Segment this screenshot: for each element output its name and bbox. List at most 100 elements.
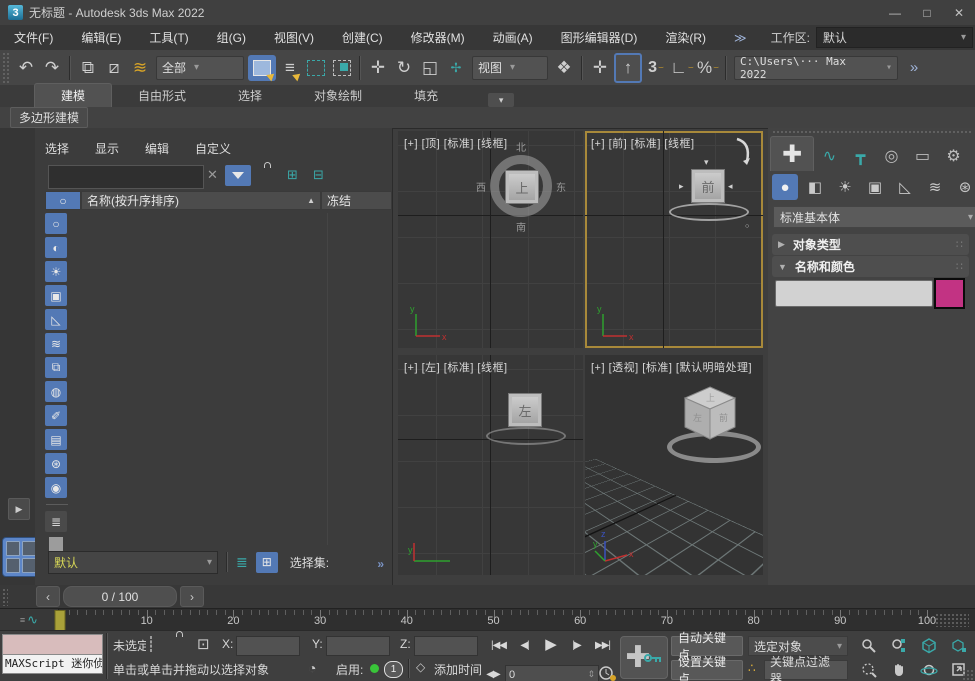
unlink-selection-icon[interactable]: ⧄: [102, 55, 126, 81]
ribbon-minimize-button[interactable]: ▾: [488, 93, 514, 107]
explorer-menu-display[interactable]: 显示: [95, 140, 119, 157]
filter-shapes-icon[interactable]: ◐: [45, 237, 67, 258]
explorer-menu-customize[interactable]: 自定义: [195, 140, 231, 157]
viewcube-3d[interactable]: 左 前 上: [679, 383, 741, 445]
select-and-link-icon[interactable]: ⧉: [76, 55, 100, 81]
coord-z-field[interactable]: [414, 636, 478, 656]
workspace-dropdown[interactable]: 默认 ▾: [816, 27, 973, 48]
menu-file[interactable]: 文件(F): [0, 29, 67, 46]
maxscript-mini-listener[interactable]: MAXScript 迷你侦听器: [2, 634, 103, 679]
viewcube-front-face[interactable]: 前: [691, 169, 725, 203]
named-sets-icon[interactable]: ⊞: [256, 552, 278, 573]
snaps-toggle-button[interactable]: ↑: [614, 53, 642, 83]
viewport-front-label[interactable]: [+] [前] [标准] [线框]: [591, 135, 695, 151]
menu-create[interactable]: 创建(C): [328, 29, 397, 46]
zoom-extents-all-icon[interactable]: [946, 635, 972, 656]
search-filter-button[interactable]: [225, 165, 251, 186]
category-systems-button[interactable]: ⊛: [952, 174, 975, 200]
placement-tool-icon[interactable]: ✢: [444, 55, 468, 81]
viewcube-orbit-ring[interactable]: [669, 203, 749, 221]
tab-modify[interactable]: ∿: [814, 141, 845, 171]
redo-button[interactable]: ↷: [40, 55, 64, 81]
primitive-category-dropdown[interactable]: 标准基本体 ▾: [773, 206, 975, 228]
explorer-menu-select[interactable]: 选择: [45, 140, 69, 157]
viewport-left[interactable]: [+] [左] [标准] [线框] 左 y: [398, 355, 583, 575]
go-to-end-button[interactable]: ▶▶|: [590, 635, 615, 655]
zoom-icon[interactable]: [856, 635, 882, 656]
window-crossing-toggle[interactable]: [330, 55, 354, 81]
adaptive-degradation-button[interactable]: 1: [384, 661, 403, 678]
menu-rendering[interactable]: 渲染(R): [651, 29, 720, 46]
header-display-toggle[interactable]: ○: [45, 191, 81, 210]
select-and-manipulate-button[interactable]: ✛: [588, 55, 612, 81]
menu-animation[interactable]: 动画(A): [479, 29, 547, 46]
absolute-mode-icon[interactable]: ⊡: [197, 635, 210, 653]
menu-tools[interactable]: 工具(T): [135, 29, 202, 46]
ribbon-tab-object-paint[interactable]: 对象绘制: [288, 84, 388, 107]
viewcube-arrow-right[interactable]: ◂: [728, 181, 733, 192]
next-frame-button[interactable]: ›: [180, 586, 204, 607]
key-filters-icon[interactable]: ∴: [748, 661, 756, 675]
angle-snap-toggle[interactable]: ∟ ⌣: [670, 55, 694, 81]
viewport-top-label[interactable]: [+] [顶] [标准] [线框]: [404, 135, 508, 151]
select-and-rotate-button[interactable]: ↻: [392, 55, 416, 81]
named-selection-set-dropdown[interactable]: 默认 ▾: [48, 551, 218, 574]
column-header-name[interactable]: 名称(按升序排序) ▲: [81, 191, 321, 210]
filter-geometry-icon[interactable]: ○: [45, 213, 67, 234]
select-object-button[interactable]: [248, 55, 276, 81]
expand-panel-button[interactable]: ▶: [8, 498, 30, 520]
filter-helpers-icon[interactable]: ◺: [45, 309, 67, 330]
menu-views[interactable]: 视图(V): [260, 29, 328, 46]
current-frame-field[interactable]: 0 ⇕: [505, 665, 599, 681]
timeline-ruler-ticks[interactable]: 0102030405060708090100: [60, 609, 927, 631]
viewcube-arrow-up[interactable]: ▾: [704, 157, 709, 168]
filter-cameras-icon[interactable]: ▣: [45, 285, 67, 306]
set-key-large-button[interactable]: ✚: [620, 636, 668, 679]
minimize-button[interactable]: —: [879, 0, 911, 25]
clear-search-icon[interactable]: ✕: [207, 167, 218, 183]
toolbar-overflow-chevron[interactable]: »: [902, 55, 926, 81]
bind-to-space-warp-icon[interactable]: ≋: [128, 55, 152, 81]
selection-filter-dropdown[interactable]: 全部 ▾: [156, 56, 244, 80]
frame-counter[interactable]: 0 / 100: [63, 586, 177, 607]
toolbar-drag-handle[interactable]: [2, 52, 9, 83]
maxscript-listener-field[interactable]: MAXScript 迷你侦听器: [2, 655, 103, 674]
viewcube-arrow-left[interactable]: ▸: [679, 181, 684, 192]
object-name-input[interactable]: [775, 280, 933, 307]
category-shapes-button[interactable]: ◧: [802, 174, 828, 200]
viewport-perspective[interactable]: [+] [透视] [标准] [默认明暗处理] 左 前 上 z x y: [585, 355, 763, 575]
close-button[interactable]: ✕: [943, 0, 975, 25]
panel-drag-handle[interactable]: [772, 130, 971, 135]
window-resize-grip[interactable]: [962, 669, 974, 681]
collapse-tree-icon[interactable]: ⊟: [313, 167, 324, 183]
category-helpers-button[interactable]: ◺: [892, 174, 918, 200]
explorer-overflow-chevron[interactable]: »: [377, 557, 384, 571]
zoom-all-icon[interactable]: [886, 635, 912, 656]
select-and-move-button[interactable]: ✛: [366, 55, 390, 81]
tab-hierarchy[interactable]: ┳: [845, 141, 876, 171]
expand-tree-icon[interactable]: ⊞: [287, 167, 298, 183]
zoom-region-icon[interactable]: [856, 659, 882, 680]
maxscript-macro-field[interactable]: [2, 634, 103, 655]
previous-frame-button[interactable]: ◀|: [512, 635, 537, 655]
percent-snap-toggle[interactable]: % ⌣: [696, 55, 720, 81]
next-frame-button[interactable]: |▶: [564, 635, 589, 655]
filter-lights-icon[interactable]: ☀: [45, 261, 67, 282]
filter-xrefs-icon[interactable]: ◍: [45, 381, 67, 402]
tab-create[interactable]: ✚: [770, 136, 814, 171]
tab-motion[interactable]: ◎: [876, 141, 907, 171]
mini-curve-editor-button[interactable]: ≡ ∿: [0, 609, 59, 631]
filter-groups-icon[interactable]: ⧉: [45, 357, 67, 378]
menu-group[interactable]: 组(G): [203, 29, 260, 46]
menu-modifiers[interactable]: 修改器(M): [397, 29, 479, 46]
menu-edit[interactable]: 编辑(E): [67, 29, 135, 46]
previous-frame-button[interactable]: ‹: [36, 586, 60, 607]
orbit-icon[interactable]: [916, 659, 942, 680]
select-and-scale-button[interactable]: ◱: [418, 55, 442, 81]
maximize-button[interactable]: □: [911, 0, 943, 25]
set-key-button[interactable]: 设置关键点: [671, 660, 743, 680]
use-pivot-point-center-button[interactable]: ❖: [552, 55, 576, 81]
orbit-arrow-icon[interactable]: [733, 137, 757, 167]
ribbon-tab-modeling[interactable]: 建模: [34, 83, 112, 107]
column-header-frozen[interactable]: 冻结: [321, 191, 392, 210]
